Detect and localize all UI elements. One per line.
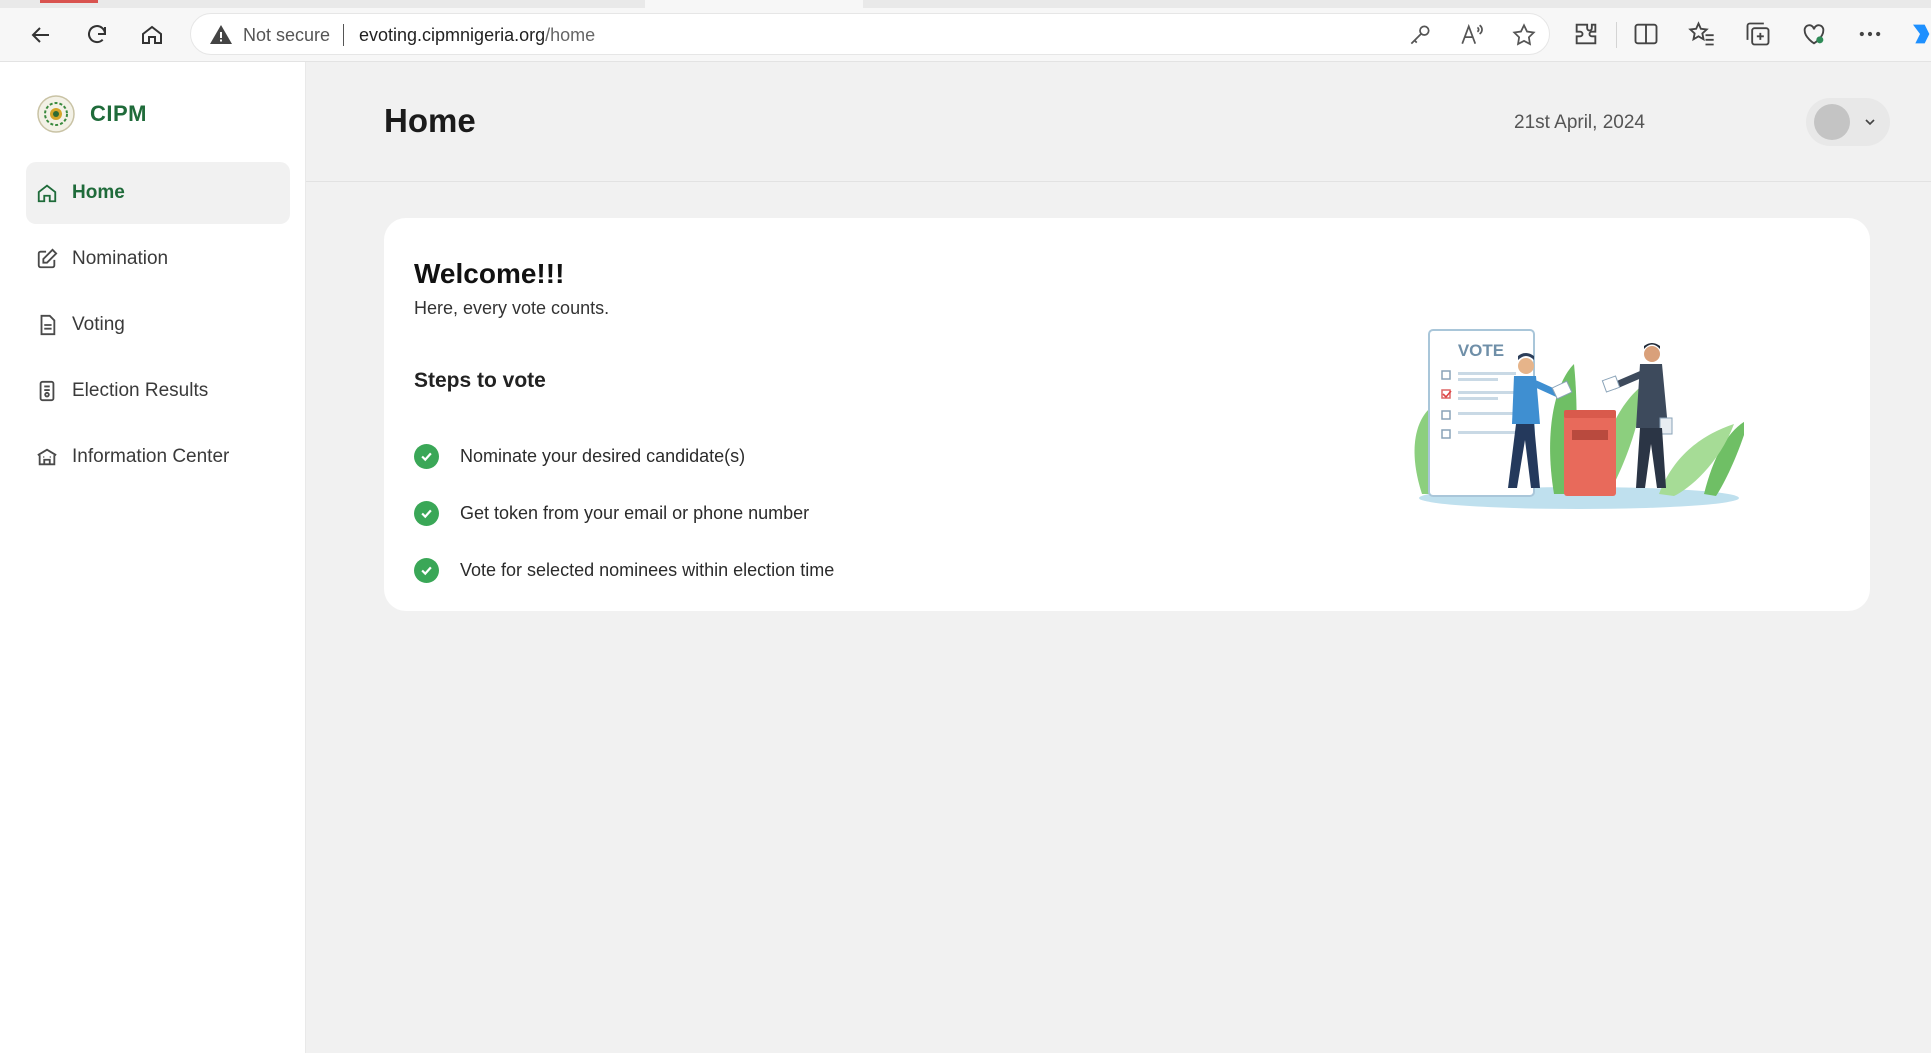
home-icon [36, 182, 58, 204]
steps-title: Steps to vote [414, 369, 546, 392]
active-tab[interactable] [645, 0, 863, 8]
key-icon[interactable] [1407, 22, 1433, 48]
browser-toolbar: Not secure evoting.cipmnigeria.org/home [0, 0, 1931, 62]
brand[interactable]: CIPM [36, 94, 147, 134]
sidebar-item-label: Information Center [72, 446, 230, 467]
sidebar-item-label: Voting [72, 314, 125, 335]
check-circle-icon [414, 558, 439, 583]
home-browser-button[interactable] [135, 18, 169, 52]
toolbar-divider [1616, 22, 1617, 48]
collections-icon[interactable] [1744, 20, 1772, 48]
home-icon [142, 25, 162, 44]
warning-icon[interactable] [209, 23, 233, 47]
sidebar-item-label: Nomination [72, 248, 169, 269]
sidebar-item-voting[interactable]: Voting [26, 294, 290, 356]
step-item: Vote for selected nominees within electi… [414, 542, 834, 599]
sidebar-item-label: Election Results [72, 380, 209, 401]
current-date: 21st April, 2024 [1514, 112, 1645, 133]
chevron-down-icon [1865, 119, 1875, 126]
step-text: Get token from your email or phone numbe… [460, 503, 810, 523]
favorites-icon[interactable] [1688, 20, 1716, 48]
address-bar[interactable]: Not secure evoting.cipmnigeria.org/home [190, 13, 1550, 55]
split-screen-icon[interactable] [1632, 20, 1660, 48]
check-circle-icon [414, 501, 439, 526]
welcome-card: Welcome!!! Here, every vote counts. Step… [384, 218, 1870, 611]
voting-illustration: VOTE [1414, 329, 1744, 509]
copilot-icon[interactable] [1906, 20, 1931, 48]
edit-icon [36, 248, 58, 270]
back-button[interactable] [24, 18, 58, 52]
arrow-left-icon [31, 27, 49, 43]
avatar [1814, 104, 1850, 140]
steps-list: Nominate your desired candidate(s) Get t… [414, 428, 834, 599]
check-circle-icon [414, 444, 439, 469]
sidebar-nav: Home Nomination Voting Election Results … [26, 162, 290, 492]
sidebar-item-home[interactable]: Home [26, 162, 290, 224]
sidebar-item-label: Home [72, 182, 125, 203]
sidebar-item-nomination[interactable]: Nomination [26, 228, 290, 290]
welcome-subtitle: Here, every vote counts. [414, 298, 610, 318]
address-divider [343, 24, 344, 46]
url-host: evoting.cipmnigeria.org [359, 25, 546, 45]
tab-indicator [40, 0, 98, 3]
step-text: Nominate your desired candidate(s) [460, 446, 746, 466]
page-header: Home 21st April, 2024 [306, 62, 1931, 182]
results-icon [36, 380, 58, 402]
security-label[interactable]: Not secure [243, 25, 330, 46]
welcome-title: Welcome!!! [414, 258, 565, 289]
url-path: /home [545, 25, 596, 45]
step-item: Get token from your email or phone numbe… [414, 485, 834, 542]
url-text[interactable]: evoting.cipmnigeria.org/home [359, 25, 595, 46]
user-menu-button[interactable] [1806, 98, 1890, 146]
sidebar-item-information-center[interactable]: Information Center [26, 426, 290, 488]
vote-board-label: VOTE [1458, 341, 1504, 360]
document-icon [36, 314, 58, 336]
building-icon [36, 446, 58, 468]
read-aloud-icon[interactable] [1459, 22, 1485, 48]
step-item: Nominate your desired candidate(s) [414, 428, 834, 485]
step-text: Vote for selected nominees within electi… [460, 560, 835, 580]
more-icon[interactable] [1856, 20, 1884, 48]
refresh-icon [88, 25, 106, 44]
sidebar: CIPM Home Nomination Voting Election Res… [12, 62, 306, 1053]
extensions-icon[interactable] [1572, 20, 1600, 48]
star-icon[interactable] [1511, 22, 1537, 48]
page-title: Home [384, 102, 476, 139]
main-content: Home 21st April, 2024 Welcome!!! Here, e… [306, 62, 1931, 1053]
tab-strip [0, 0, 1931, 8]
brand-name: CIPM [90, 101, 147, 126]
health-icon[interactable] [1800, 20, 1828, 48]
cipm-logo-icon [37, 95, 75, 133]
sidebar-item-election-results[interactable]: Election Results [26, 360, 290, 422]
refresh-button[interactable] [80, 18, 114, 52]
